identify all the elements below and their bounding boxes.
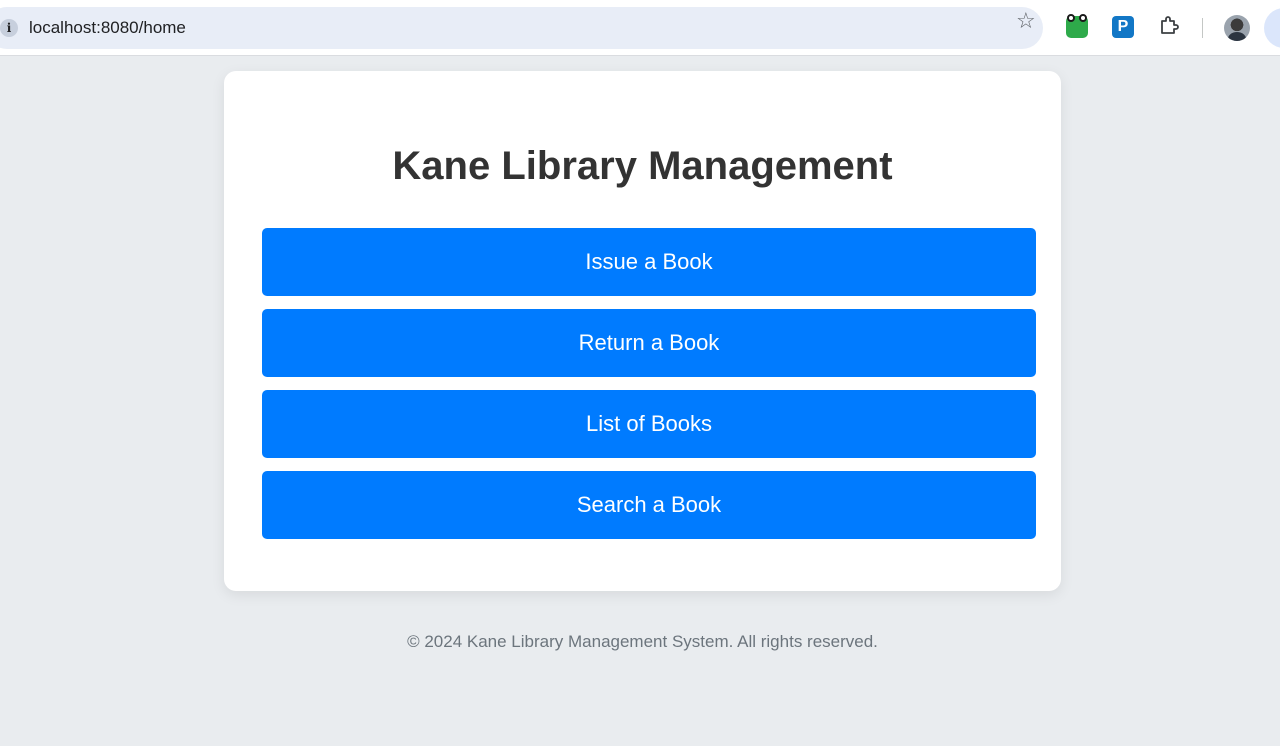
list-books-button[interactable]: List of Books	[262, 390, 1036, 458]
return-book-button[interactable]: Return a Book	[262, 309, 1036, 377]
main-card: Kane Library Management Issue a Book Ret…	[224, 71, 1061, 591]
extensions-puzzle-icon[interactable]	[1158, 15, 1180, 37]
search-book-button[interactable]: Search a Book	[262, 471, 1036, 539]
profile-avatar[interactable]	[1224, 15, 1250, 41]
p-extension-icon[interactable]: P	[1112, 16, 1134, 38]
address-bar[interactable]: localhost:8080/home	[0, 7, 1043, 49]
page-title: Kane Library Management	[392, 144, 893, 188]
issue-book-button[interactable]: Issue a Book	[262, 228, 1036, 296]
info-icon[interactable]	[0, 19, 18, 37]
browser-toolbar: localhost:8080/home ☆ P	[0, 0, 1280, 56]
url-text[interactable]: localhost:8080/home	[29, 17, 186, 39]
profile-menu-button[interactable]	[1264, 8, 1280, 48]
toolbar-divider	[1202, 18, 1203, 38]
footer-copyright: © 2024 Kane Library Management System. A…	[407, 632, 878, 651]
frog-extension-icon[interactable]	[1066, 14, 1088, 38]
bookmark-star-icon[interactable]: ☆	[1016, 7, 1036, 35]
